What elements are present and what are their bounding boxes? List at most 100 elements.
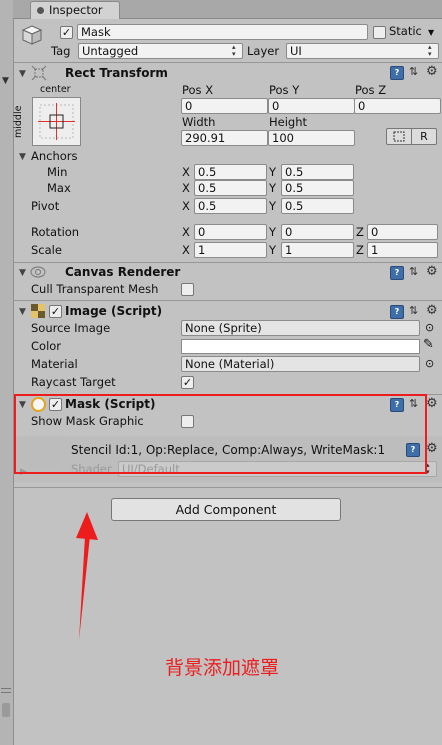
- axis-y-label: Y: [269, 181, 277, 195]
- pivot-y-field[interactable]: 0.5: [281, 198, 354, 214]
- pos-z-label: Pos Z: [355, 83, 387, 97]
- color-label: Color: [31, 339, 62, 353]
- pos-z-field[interactable]: 0: [354, 98, 441, 114]
- separator: [14, 62, 442, 63]
- image-foldout-icon[interactable]: ▼: [19, 307, 26, 317]
- axis-x-label: X: [182, 181, 190, 195]
- rect-transform-title: Rect Transform: [65, 66, 168, 80]
- add-component-button[interactable]: Add Component: [111, 498, 341, 521]
- help-book-icon[interactable]: ?: [390, 66, 404, 80]
- material-label: Material: [31, 357, 78, 371]
- gear-icon[interactable]: ⚙: [426, 65, 438, 78]
- preset-sliders-icon[interactable]: ⇅: [409, 65, 418, 78]
- pos-y-field[interactable]: 0: [268, 98, 355, 114]
- height-field[interactable]: 100: [268, 130, 355, 146]
- rotation-label: Rotation: [31, 225, 80, 239]
- eyedropper-icon[interactable]: ✎: [423, 337, 434, 352]
- axis-x-label: X: [182, 165, 190, 179]
- object-picker-icon[interactable]: ⊙: [425, 321, 434, 334]
- raycast-target-label: Raycast Target: [31, 375, 116, 389]
- anchor-preset-icon: [38, 103, 75, 140]
- axis-z-label: Z: [356, 225, 364, 239]
- scale-y-field[interactable]: 1: [281, 242, 354, 258]
- help-book-icon[interactable]: ?: [390, 266, 404, 280]
- object-name-field[interactable]: Mask: [77, 24, 368, 40]
- rect-transform-icon: [31, 65, 47, 81]
- blueprint-icon: [393, 131, 405, 142]
- cull-transparent-mesh-checkbox[interactable]: [181, 283, 194, 296]
- axis-x-label: X: [182, 199, 190, 213]
- rotation-y-field[interactable]: 0: [281, 224, 354, 240]
- pos-x-label: Pos X: [182, 83, 214, 97]
- rotation-x-field[interactable]: 0: [194, 224, 267, 240]
- scrollbar-thumb[interactable]: [2, 703, 10, 717]
- anchor-min-label: Min: [47, 165, 68, 179]
- gear-icon[interactable]: ⚙: [426, 265, 438, 278]
- blueprint-mode-button[interactable]: [386, 128, 412, 145]
- collapse-arrow-icon: ▼: [2, 76, 9, 86]
- layer-label: Layer: [247, 44, 280, 58]
- cull-transparent-mesh-label: Cull Transparent Mesh: [31, 282, 159, 296]
- width-label: Width: [182, 115, 216, 129]
- anchor-preset-top-label: center: [40, 84, 71, 95]
- canvas-renderer-title: Canvas Renderer: [65, 265, 181, 279]
- axis-y-label: Y: [269, 243, 277, 257]
- anchor-max-y-field[interactable]: 0.5: [281, 180, 354, 196]
- tab-bar: Inspector: [13, 0, 442, 19]
- material-field[interactable]: None (Material): [181, 356, 420, 372]
- pivot-x-field[interactable]: 0.5: [194, 198, 267, 214]
- raycast-target-checkbox[interactable]: ✓: [181, 376, 194, 389]
- help-book-icon[interactable]: ?: [390, 305, 404, 319]
- gameobject-cube-icon: [21, 24, 43, 46]
- rotation-z-field[interactable]: 0: [367, 224, 438, 240]
- image-enabled-checkbox[interactable]: ✓: [49, 305, 62, 318]
- static-dropdown-icon[interactable]: ▼: [428, 28, 434, 37]
- raw-edit-button[interactable]: R: [411, 128, 437, 145]
- anchor-min-x-field[interactable]: 0.5: [194, 164, 267, 180]
- axis-y-label: Y: [269, 165, 277, 179]
- axis-y-label: Y: [269, 225, 277, 239]
- canvas-renderer-icon: [30, 265, 46, 279]
- object-picker-icon[interactable]: ⊙: [425, 357, 434, 370]
- scale-x-field[interactable]: 1: [194, 242, 267, 258]
- layer-dropdown[interactable]: UI: [286, 43, 439, 59]
- height-label: Height: [269, 115, 308, 129]
- red-arrow-icon: [70, 510, 100, 642]
- color-swatch[interactable]: [181, 339, 420, 354]
- inspector-icon: [37, 7, 44, 14]
- image-component-icon: [31, 304, 45, 318]
- source-image-label: Source Image: [31, 321, 111, 335]
- axis-z-label: Z: [356, 243, 364, 257]
- scale-label: Scale: [31, 243, 62, 257]
- anchor-presets-button[interactable]: [32, 97, 81, 146]
- axis-x-label: X: [182, 243, 190, 257]
- tag-dropdown[interactable]: Untagged: [78, 43, 243, 59]
- anchor-max-x-field[interactable]: 0.5: [194, 180, 267, 196]
- anchors-label: Anchors: [31, 149, 78, 163]
- static-checkbox[interactable]: [373, 26, 386, 39]
- anchors-foldout-icon[interactable]: ▼: [19, 152, 26, 162]
- separator: [14, 300, 442, 301]
- tag-label: Tag: [51, 44, 71, 58]
- gear-icon[interactable]: ⚙: [426, 442, 438, 455]
- tab-inspector[interactable]: Inspector: [30, 1, 120, 19]
- gear-icon[interactable]: ⚙: [426, 397, 438, 410]
- source-image-field[interactable]: None (Sprite): [181, 320, 420, 336]
- anchor-min-y-field[interactable]: 0.5: [281, 164, 354, 180]
- anchor-preset-side-label: middle: [13, 105, 24, 138]
- rect-transform-foldout-icon[interactable]: ▼: [19, 69, 26, 79]
- preset-sliders-icon[interactable]: ⇅: [409, 265, 418, 278]
- splitter-handle[interactable]: [1, 688, 11, 693]
- canvas-renderer-foldout-icon[interactable]: ▼: [19, 268, 26, 278]
- gear-icon[interactable]: ⚙: [426, 304, 438, 317]
- preset-sliders-icon[interactable]: ⇅: [409, 304, 418, 317]
- width-field[interactable]: 290.91: [181, 130, 268, 146]
- left-panel-strip: ▼: [0, 0, 14, 745]
- pivot-label: Pivot: [31, 199, 60, 213]
- highlight-box: [14, 394, 427, 474]
- pos-x-field[interactable]: 0: [181, 98, 268, 114]
- separator: [14, 487, 442, 488]
- tab-label: Inspector: [49, 3, 103, 17]
- scale-z-field[interactable]: 1: [367, 242, 438, 258]
- active-checkbox[interactable]: ✓: [60, 26, 73, 39]
